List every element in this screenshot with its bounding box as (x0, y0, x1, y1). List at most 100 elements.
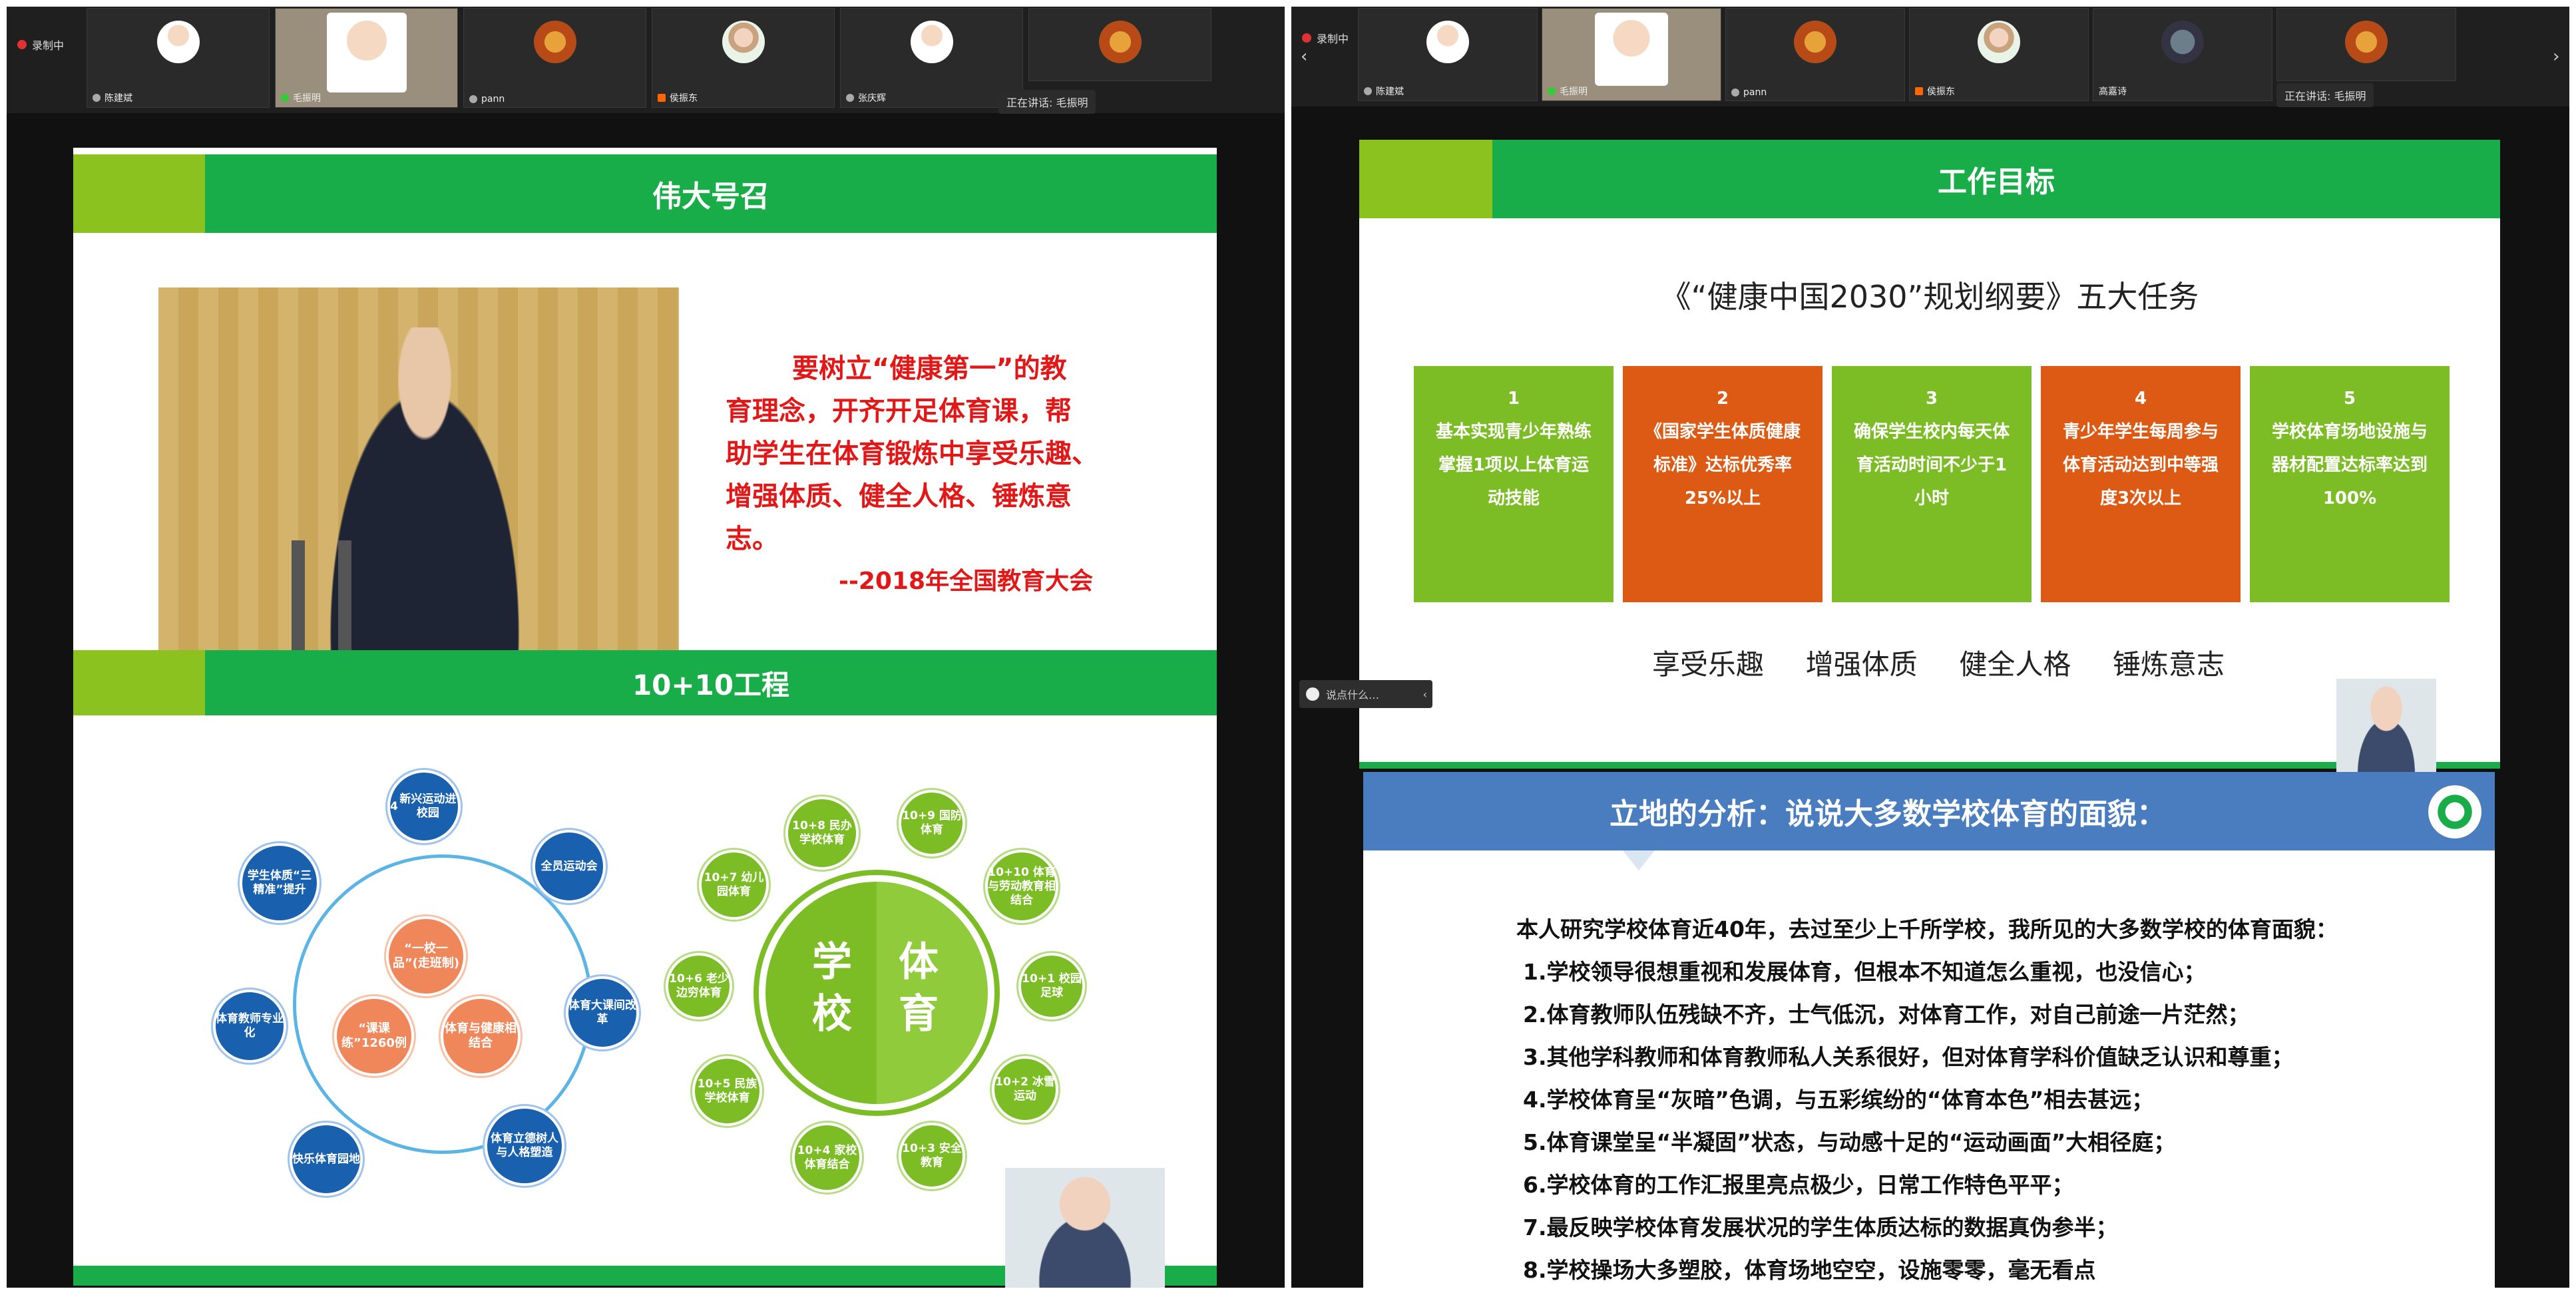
analysis-item: 5.体育课堂呈“半凝固”状态，与动感十足的“运动画面”大相径庭； (1523, 1129, 2176, 1155)
node-label: 全员运动会 (540, 859, 598, 873)
participant-tile[interactable]: 陈建斌 (1358, 8, 1538, 101)
item-10-6[interactable]: 10+6 老少边穷体育 (666, 953, 732, 1019)
analysis-item: 8.学校操场大多塑胶，体育场地空空，设施零零，毫无看点 (1523, 1257, 2096, 1283)
speaking-label: 正在讲话: 毛振明 (2284, 90, 2366, 102)
goal-item: 锤炼意志 (2112, 648, 2225, 681)
node-9[interactable]: 体育教师专业化 (213, 990, 286, 1063)
node-4[interactable]: 4 新兴运动进校园 (387, 770, 461, 843)
item-10-7[interactable]: 10+7 幼儿园体育 (699, 850, 769, 920)
mic-icon (469, 95, 477, 103)
avatar (722, 21, 765, 63)
node-6[interactable]: 体育大课间改革 (566, 976, 639, 1049)
analysis-item: 3.其他学科教师和体育教师私人关系很好，但对体育学科价值缺乏认识和尊重； (1523, 1044, 2294, 1070)
task-card-1[interactable]: 1 基本实现青少年熟练掌握1项以上体育运动技能 (1414, 366, 1613, 602)
record-dot-icon (1302, 33, 1311, 43)
task-card-2[interactable]: 2 《国家学生体质健康标准》达标优秀率25%以上 (1623, 366, 1823, 602)
node-label: 新兴运动进校园 (399, 793, 457, 820)
task-text: 《国家学生体质健康标准》达标优秀率25%以上 (1644, 422, 1801, 508)
analysis-item: 6.学校体育的工作汇报里亮点极少，日常工作特色平平； (1523, 1172, 2074, 1198)
slide-title-bar: 立地的分析：说说大多数学校体育的面貌： (1363, 772, 2495, 850)
item-10-8[interactable]: 10+8 民办学校体育 (785, 797, 859, 870)
participant-tile[interactable]: 高嘉诗 (2093, 8, 2272, 101)
task-num: 4 (2134, 389, 2147, 409)
avatar (1098, 21, 1142, 63)
avatar (156, 21, 200, 63)
speaking-indicator: 正在讲话: 毛振明 (998, 90, 1096, 114)
chat-popup[interactable]: 说点什么… ‹ (1299, 680, 1432, 708)
task-card-3[interactable]: 3 确保学生校内每天体育活动时间不少于1小时 (1832, 366, 2032, 602)
inner-node-2[interactable]: “课课练”1260例 (334, 996, 414, 1076)
participant-name: pann (1743, 87, 1767, 98)
title-accent (73, 154, 205, 233)
emoji-icon[interactable] (1306, 687, 1319, 701)
title-accent (73, 650, 205, 715)
avatar (1595, 13, 1668, 86)
avatar (910, 21, 953, 63)
participant-tile[interactable] (1028, 8, 1211, 81)
item-10-5[interactable]: 10+5 民族学校体育 (692, 1056, 762, 1126)
record-label: 录制中 (1317, 33, 1349, 45)
node-10[interactable]: 学生体质“三精准”提升 (240, 843, 320, 923)
goal-item: 健全人格 (1959, 648, 2071, 681)
participant-tile[interactable]: pann (1725, 8, 1905, 101)
node-8[interactable]: 快乐体育园地 (290, 1123, 363, 1196)
mic-icon (1548, 87, 1556, 95)
chat-placeholder: 说点什么… (1326, 689, 1380, 701)
analysis-item: 2.体育教师队伍残缺不齐，士气低沉，对体育工作，对自己前途一片茫然； (1523, 1002, 2250, 1027)
item-10-10[interactable]: 10+10 体育与劳动教育相结合 (985, 850, 1058, 923)
participant-tile[interactable]: 陈建斌 (87, 8, 270, 108)
record-dot-icon (17, 40, 27, 49)
participant-tile[interactable]: 毛振明 (1542, 8, 1721, 101)
item-10-2[interactable]: 10+2 冰雪运动 (992, 1056, 1058, 1123)
speaker-video[interactable] (2336, 679, 2436, 779)
participant-tile[interactable]: 侯振东 (1909, 8, 2089, 101)
avatar (326, 13, 407, 92)
participant-name: 高嘉诗 (2099, 87, 2127, 97)
item-10-1[interactable]: 10+1 校园足球 (1018, 953, 1085, 1019)
collapse-icon[interactable]: ‹ (1423, 688, 1432, 701)
item-10-4[interactable]: 10+4 家校体育结合 (792, 1123, 862, 1193)
microphone-icon (338, 540, 351, 650)
quote-line: 育理念，开齐开足体育课，帮 (726, 396, 1072, 427)
prev-page-icon[interactable]: ‹ (1301, 47, 1307, 67)
item-10-9[interactable]: 10+9 国防体育 (899, 790, 965, 856)
task-card-4[interactable]: 4 青少年学生每周参与体育活动达到中等强度3次以上 (2041, 366, 2241, 602)
node-label: “课课练”1260例 (341, 1021, 407, 1050)
slide-title: 伟大号召 (205, 154, 1217, 233)
next-page-icon[interactable]: › (2553, 47, 2559, 67)
mic-icon (846, 94, 854, 102)
node-7[interactable]: 体育立德树人与人格塑造 (485, 1106, 564, 1186)
speech-photo (158, 287, 679, 650)
node-label: 10+9 国防体育 (902, 809, 962, 836)
node-label: 体育大课间改革 (568, 999, 636, 1026)
participant-tile[interactable]: 侯振东 (652, 8, 835, 108)
inner-node-3[interactable]: 体育与健康相结合 (441, 996, 521, 1076)
school-logo-icon (2428, 785, 2481, 838)
speaker-video[interactable] (1005, 1168, 1165, 1288)
inner-node-1[interactable]: “一校一品”(走班制) (386, 916, 466, 996)
node-label: 快乐体育园地 (292, 1152, 360, 1166)
left-meeting-window: 录制中 陈建斌 毛振明 pann 侯振东 张庆辉 正在讲话: 毛振明 伟大号召 (7, 7, 1285, 1288)
mic-icon (93, 94, 101, 102)
outer-ring (293, 854, 592, 1154)
node-label: 10+2 冰雪运动 (995, 1075, 1055, 1103)
slide-analysis: 立地的分析：说说大多数学校体育的面貌： 本人研究学校体育近40年，去过至少上千所… (1363, 772, 2495, 1288)
task-num: 3 (1925, 389, 1938, 409)
task-card-5[interactable]: 5 学校体育场地设施与器材配置达标率达到100% (2250, 366, 2450, 602)
item-10-3[interactable]: 10+3 安全教育 (899, 1123, 965, 1189)
goal-item: 享受乐趣 (1652, 648, 1765, 681)
node-label: “一校一品”(走班制) (392, 942, 460, 970)
participant-tile[interactable]: pann (463, 8, 646, 108)
task-text: 青少年学生每周参与体育活动达到中等强度3次以上 (2062, 422, 2219, 508)
record-label: 录制中 (32, 39, 65, 52)
participant-tile[interactable]: 毛振明 (275, 8, 458, 108)
slide-great-call: 伟大号召 要树立“健康第一”的教 育理念，开齐开足体育课，帮 助学生在体育锻炼中… (73, 148, 1217, 650)
participant-tile[interactable] (2276, 8, 2456, 81)
participant-tile[interactable]: 张庆辉 (840, 8, 1023, 108)
node-num: 4 (390, 799, 398, 813)
slide-title: 工作目标 (1492, 140, 2500, 218)
title-accent (1359, 140, 1492, 218)
node-5[interactable]: 全员运动会 (533, 830, 606, 903)
center-label-school: 学 校 (812, 939, 852, 1037)
share-icon (658, 94, 666, 102)
